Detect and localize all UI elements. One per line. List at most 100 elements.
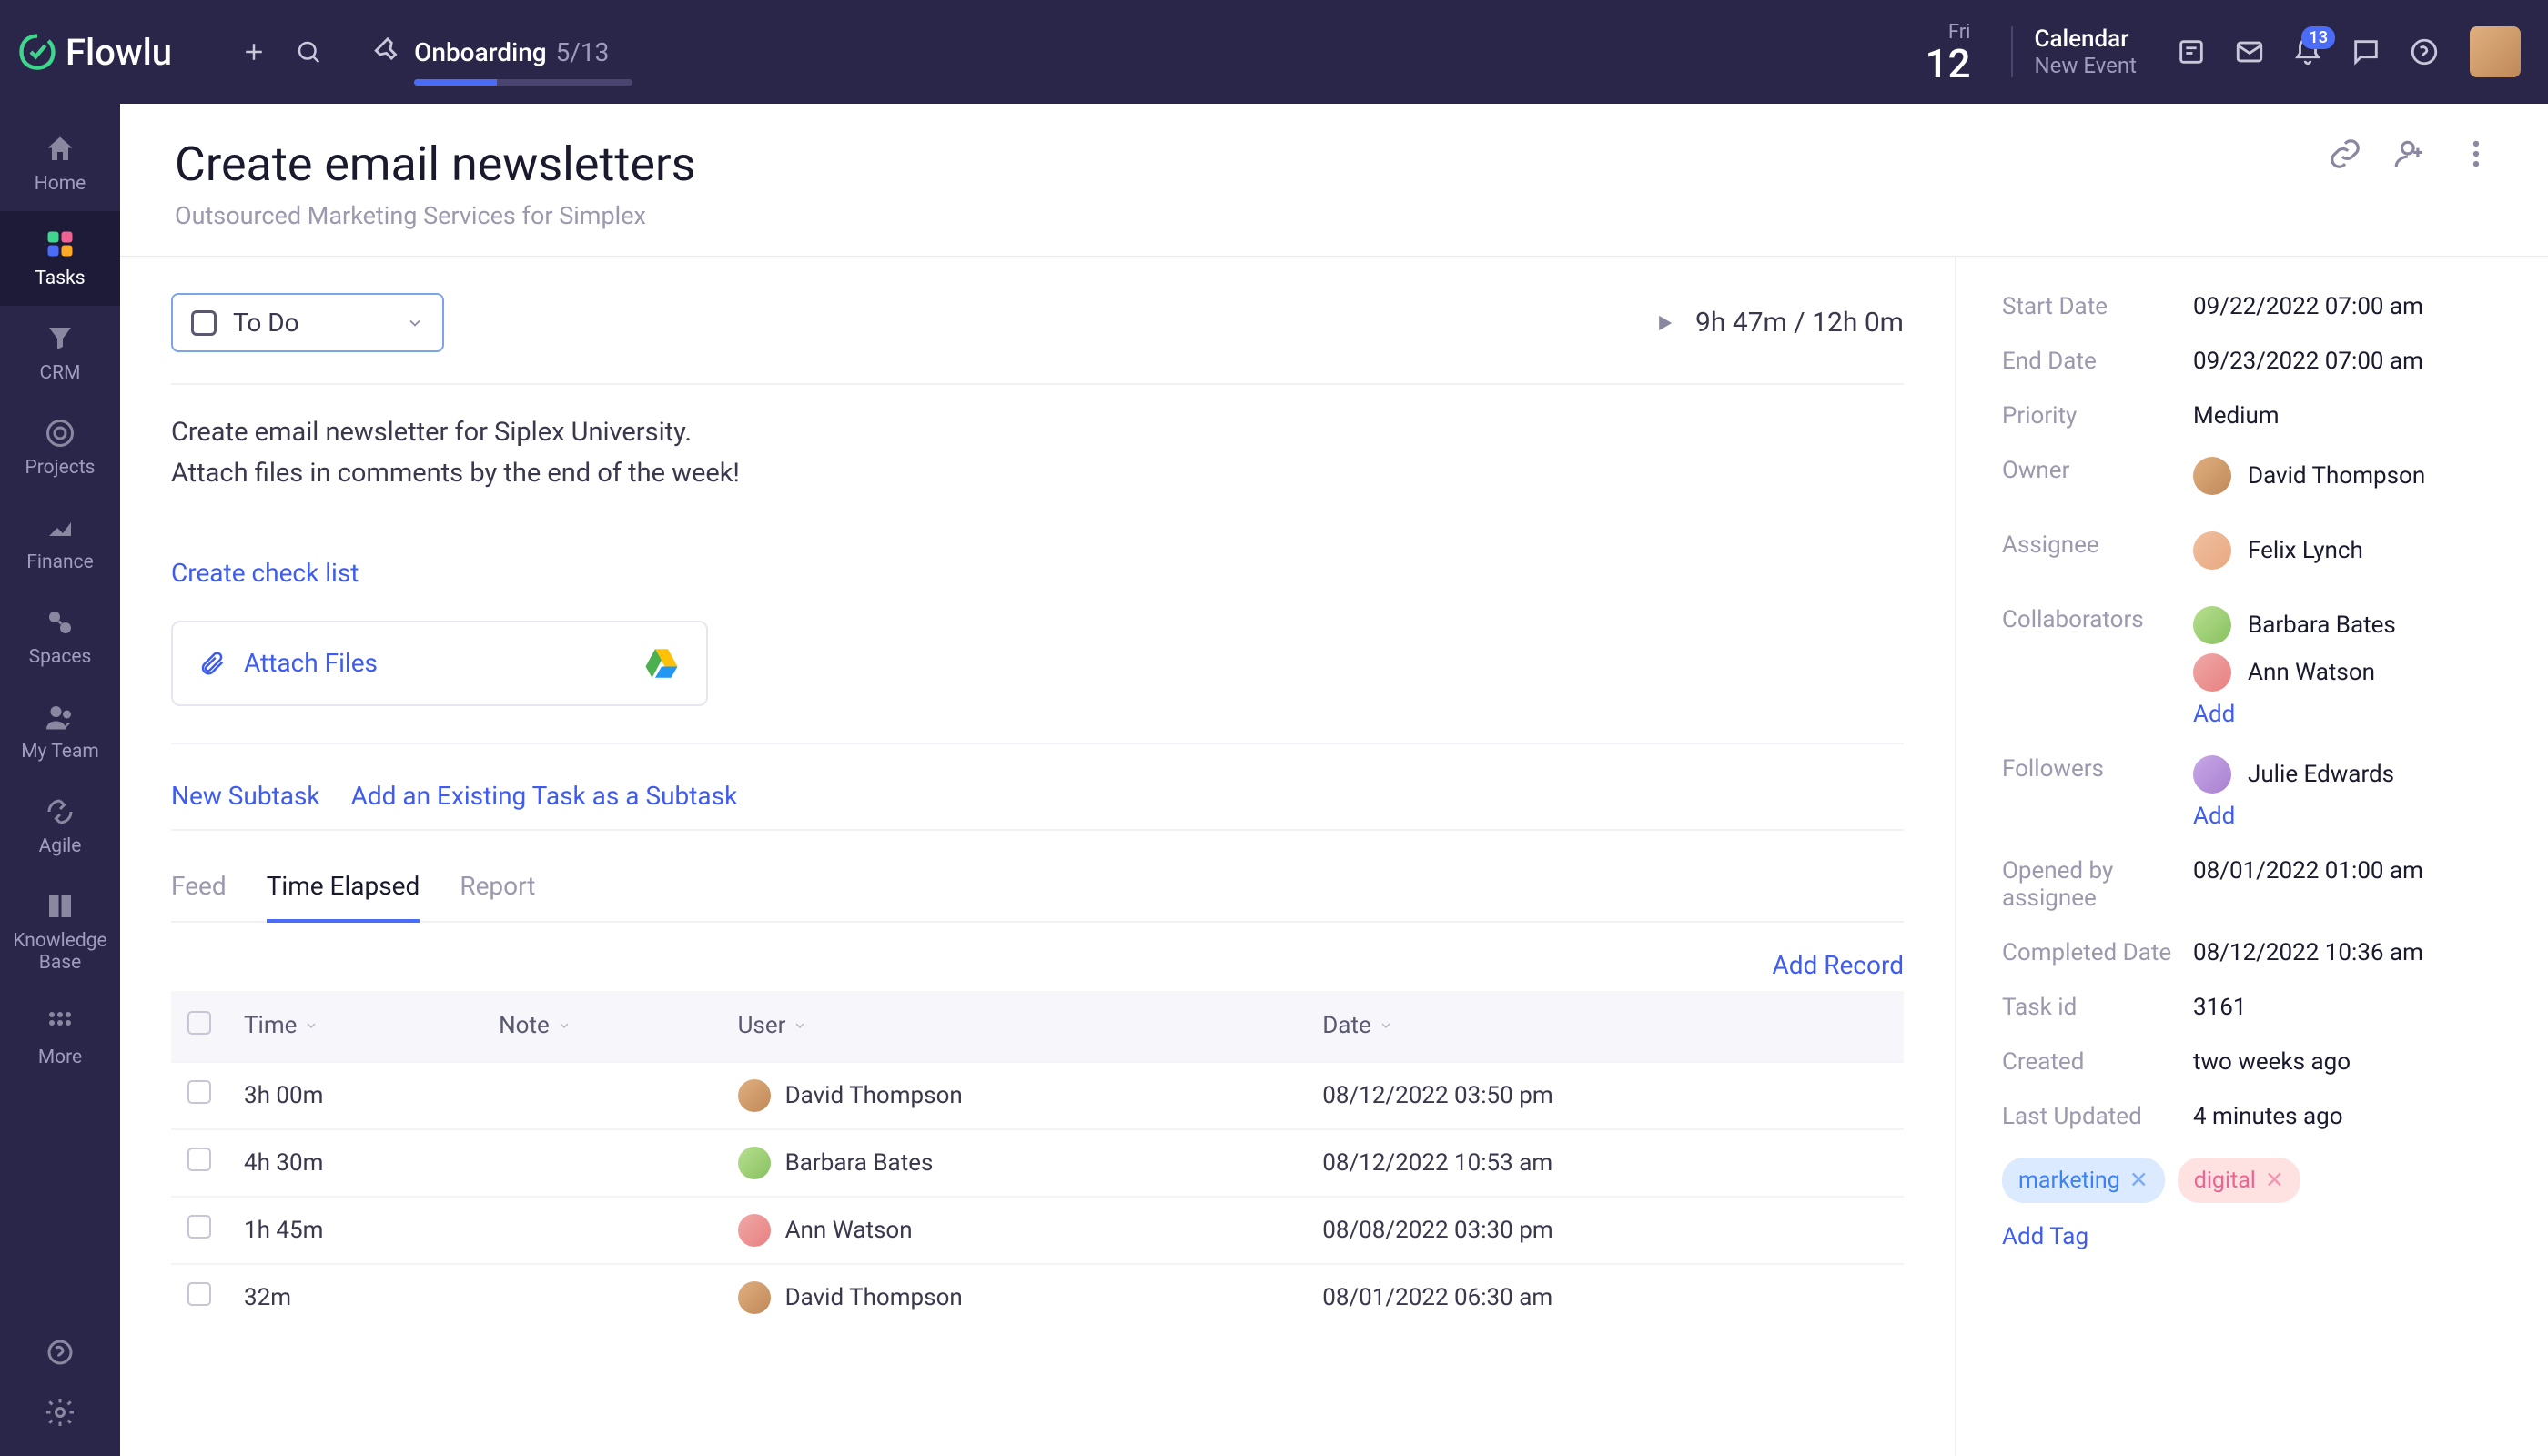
table-row[interactable]: 3h 00m David Thompson 08/12/2022 03:50 p…	[171, 1062, 1904, 1129]
search-button[interactable]	[281, 25, 336, 79]
updated-label: Last Updated	[2002, 1103, 2193, 1130]
table-row[interactable]: 4h 30m Barbara Bates 08/12/2022 10:53 am	[171, 1129, 1904, 1197]
add-record-link[interactable]: Add Record	[1772, 950, 1904, 980]
end-date-value[interactable]: 09/23/2022 07:00 am	[2193, 348, 2502, 375]
add-tag-link[interactable]: Add Tag	[2002, 1223, 2502, 1250]
col-note[interactable]: Note	[482, 991, 721, 1062]
add-collaborator-link[interactable]: Add	[2193, 701, 2502, 728]
nav-tasks[interactable]: Tasks	[0, 211, 120, 306]
priority-value[interactable]: Medium	[2193, 402, 2502, 430]
nav-agile-label: Agile	[39, 835, 82, 857]
row-checkbox[interactable]	[187, 1080, 211, 1104]
nav-kb[interactable]: Knowledge Base	[0, 874, 120, 990]
add-follower-link[interactable]: Add	[2193, 803, 2502, 830]
tab-feed[interactable]: Feed	[171, 871, 227, 921]
nav-more[interactable]: More	[0, 990, 120, 1085]
row-checkbox[interactable]	[187, 1282, 211, 1306]
topbar: Flowlu Onboarding 5/13 Fri 12 Calendar N…	[0, 0, 2548, 104]
col-time[interactable]: Time	[228, 991, 482, 1062]
collaborators-label: Collaborators	[2002, 606, 2193, 633]
tag-remove[interactable]: ✕	[2129, 1167, 2149, 1194]
nav-spaces[interactable]: Spaces	[0, 590, 120, 684]
chat-button[interactable]	[2348, 34, 2384, 70]
owner-person[interactable]: David Thompson	[2193, 457, 2502, 495]
nav-agile[interactable]: Agile	[0, 779, 120, 874]
col-date[interactable]: Date	[1306, 991, 1904, 1062]
link-icon[interactable]	[2328, 136, 2362, 171]
status-dropdown[interactable]: To Do	[171, 293, 444, 352]
nav-team-label: My Team	[21, 741, 99, 763]
tag[interactable]: marketing✕	[2002, 1158, 2165, 1203]
assignee-person[interactable]: Felix Lynch	[2193, 531, 2502, 570]
grid-icon	[44, 1006, 76, 1039]
left-nav: Home Tasks CRM Projects Finance Spaces M…	[0, 104, 120, 1456]
more-vert-icon[interactable]	[2459, 136, 2493, 171]
follower-person[interactable]: Julie Edwards	[2193, 755, 2502, 794]
brand-name: Flowlu	[66, 31, 172, 74]
avatar	[738, 1147, 771, 1179]
followers-label: Followers	[2002, 755, 2193, 783]
onboarding-label: Onboarding	[414, 37, 547, 67]
calendar-widget[interactable]: Calendar New Event	[2035, 25, 2137, 78]
play-icon[interactable]	[1652, 310, 1677, 336]
target-icon	[44, 417, 76, 450]
end-date-label: End Date	[2002, 348, 2193, 375]
nav-home[interactable]: Home	[0, 116, 120, 211]
nav-finance-label: Finance	[26, 551, 93, 573]
logo[interactable]: Flowlu	[18, 31, 172, 74]
avatar	[2193, 606, 2231, 644]
cell-date: 08/01/2022 06:30 am	[1306, 1264, 1904, 1330]
create-checklist-link[interactable]: Create check list	[171, 558, 1904, 588]
divider	[171, 383, 1904, 385]
attach-files-label: Attach Files	[244, 648, 378, 678]
date-widget[interactable]: Fri 12	[1926, 21, 1971, 84]
collaborator-person[interactable]: Barbara Bates	[2193, 606, 2502, 644]
add-button[interactable]	[227, 25, 281, 79]
status-checkbox[interactable]	[191, 310, 217, 336]
settings-icon[interactable]	[44, 1396, 76, 1429]
question-icon[interactable]	[44, 1336, 76, 1369]
tab-time-elapsed[interactable]: Time Elapsed	[267, 871, 420, 923]
row-checkbox[interactable]	[187, 1215, 211, 1239]
calendar-title: Calendar	[2035, 25, 2137, 53]
tag[interactable]: digital✕	[2178, 1158, 2300, 1203]
attach-files-box[interactable]: Attach Files	[171, 621, 708, 706]
row-checkbox[interactable]	[187, 1148, 211, 1171]
description-line-2: Attach files in comments by the end of t…	[171, 453, 1904, 494]
nav-more-label: More	[38, 1046, 82, 1068]
notes-button[interactable]	[2173, 34, 2209, 70]
activity-tabs: Feed Time Elapsed Report	[171, 871, 1904, 923]
plus-icon	[240, 38, 268, 66]
tag-remove[interactable]: ✕	[2265, 1167, 2284, 1194]
home-icon	[44, 133, 76, 166]
avatar	[738, 1214, 771, 1247]
add-user-icon[interactable]	[2393, 136, 2428, 171]
user-avatar[interactable]	[2470, 26, 2521, 77]
col-user[interactable]: User	[722, 991, 1307, 1062]
google-drive-icon[interactable]	[642, 644, 681, 682]
page-subtitle: Outsourced Marketing Services for Simple…	[175, 201, 695, 230]
taskid-value: 3161	[2193, 994, 2502, 1021]
avatar	[2193, 755, 2231, 794]
help-button[interactable]	[2406, 34, 2442, 70]
start-date-value[interactable]: 09/22/2022 07:00 am	[2193, 293, 2502, 320]
nav-finance[interactable]: Finance	[0, 495, 120, 590]
nav-team[interactable]: My Team	[0, 684, 120, 779]
follower-name: Julie Edwards	[2248, 761, 2394, 788]
select-all-checkbox[interactable]	[187, 1011, 211, 1035]
new-subtask-link[interactable]: New Subtask	[171, 781, 320, 811]
pin-icon	[372, 36, 403, 67]
table-row[interactable]: 1h 45m Ann Watson 08/08/2022 03:30 pm	[171, 1197, 1904, 1264]
nav-projects[interactable]: Projects	[0, 400, 120, 495]
table-row[interactable]: 32m David Thompson 08/01/2022 06:30 am	[171, 1264, 1904, 1330]
onboarding-widget[interactable]: Onboarding 5/13	[372, 36, 609, 67]
help-icon	[2409, 36, 2440, 67]
add-existing-subtask-link[interactable]: Add an Existing Task as a Subtask	[351, 781, 738, 811]
cell-note	[482, 1129, 721, 1197]
notifications-button[interactable]: 13	[2290, 34, 2326, 70]
avatar	[2193, 531, 2231, 570]
nav-crm[interactable]: CRM	[0, 306, 120, 400]
tab-report[interactable]: Report	[460, 871, 535, 921]
collaborator-person[interactable]: Ann Watson	[2193, 653, 2502, 692]
mail-button[interactable]	[2231, 34, 2268, 70]
